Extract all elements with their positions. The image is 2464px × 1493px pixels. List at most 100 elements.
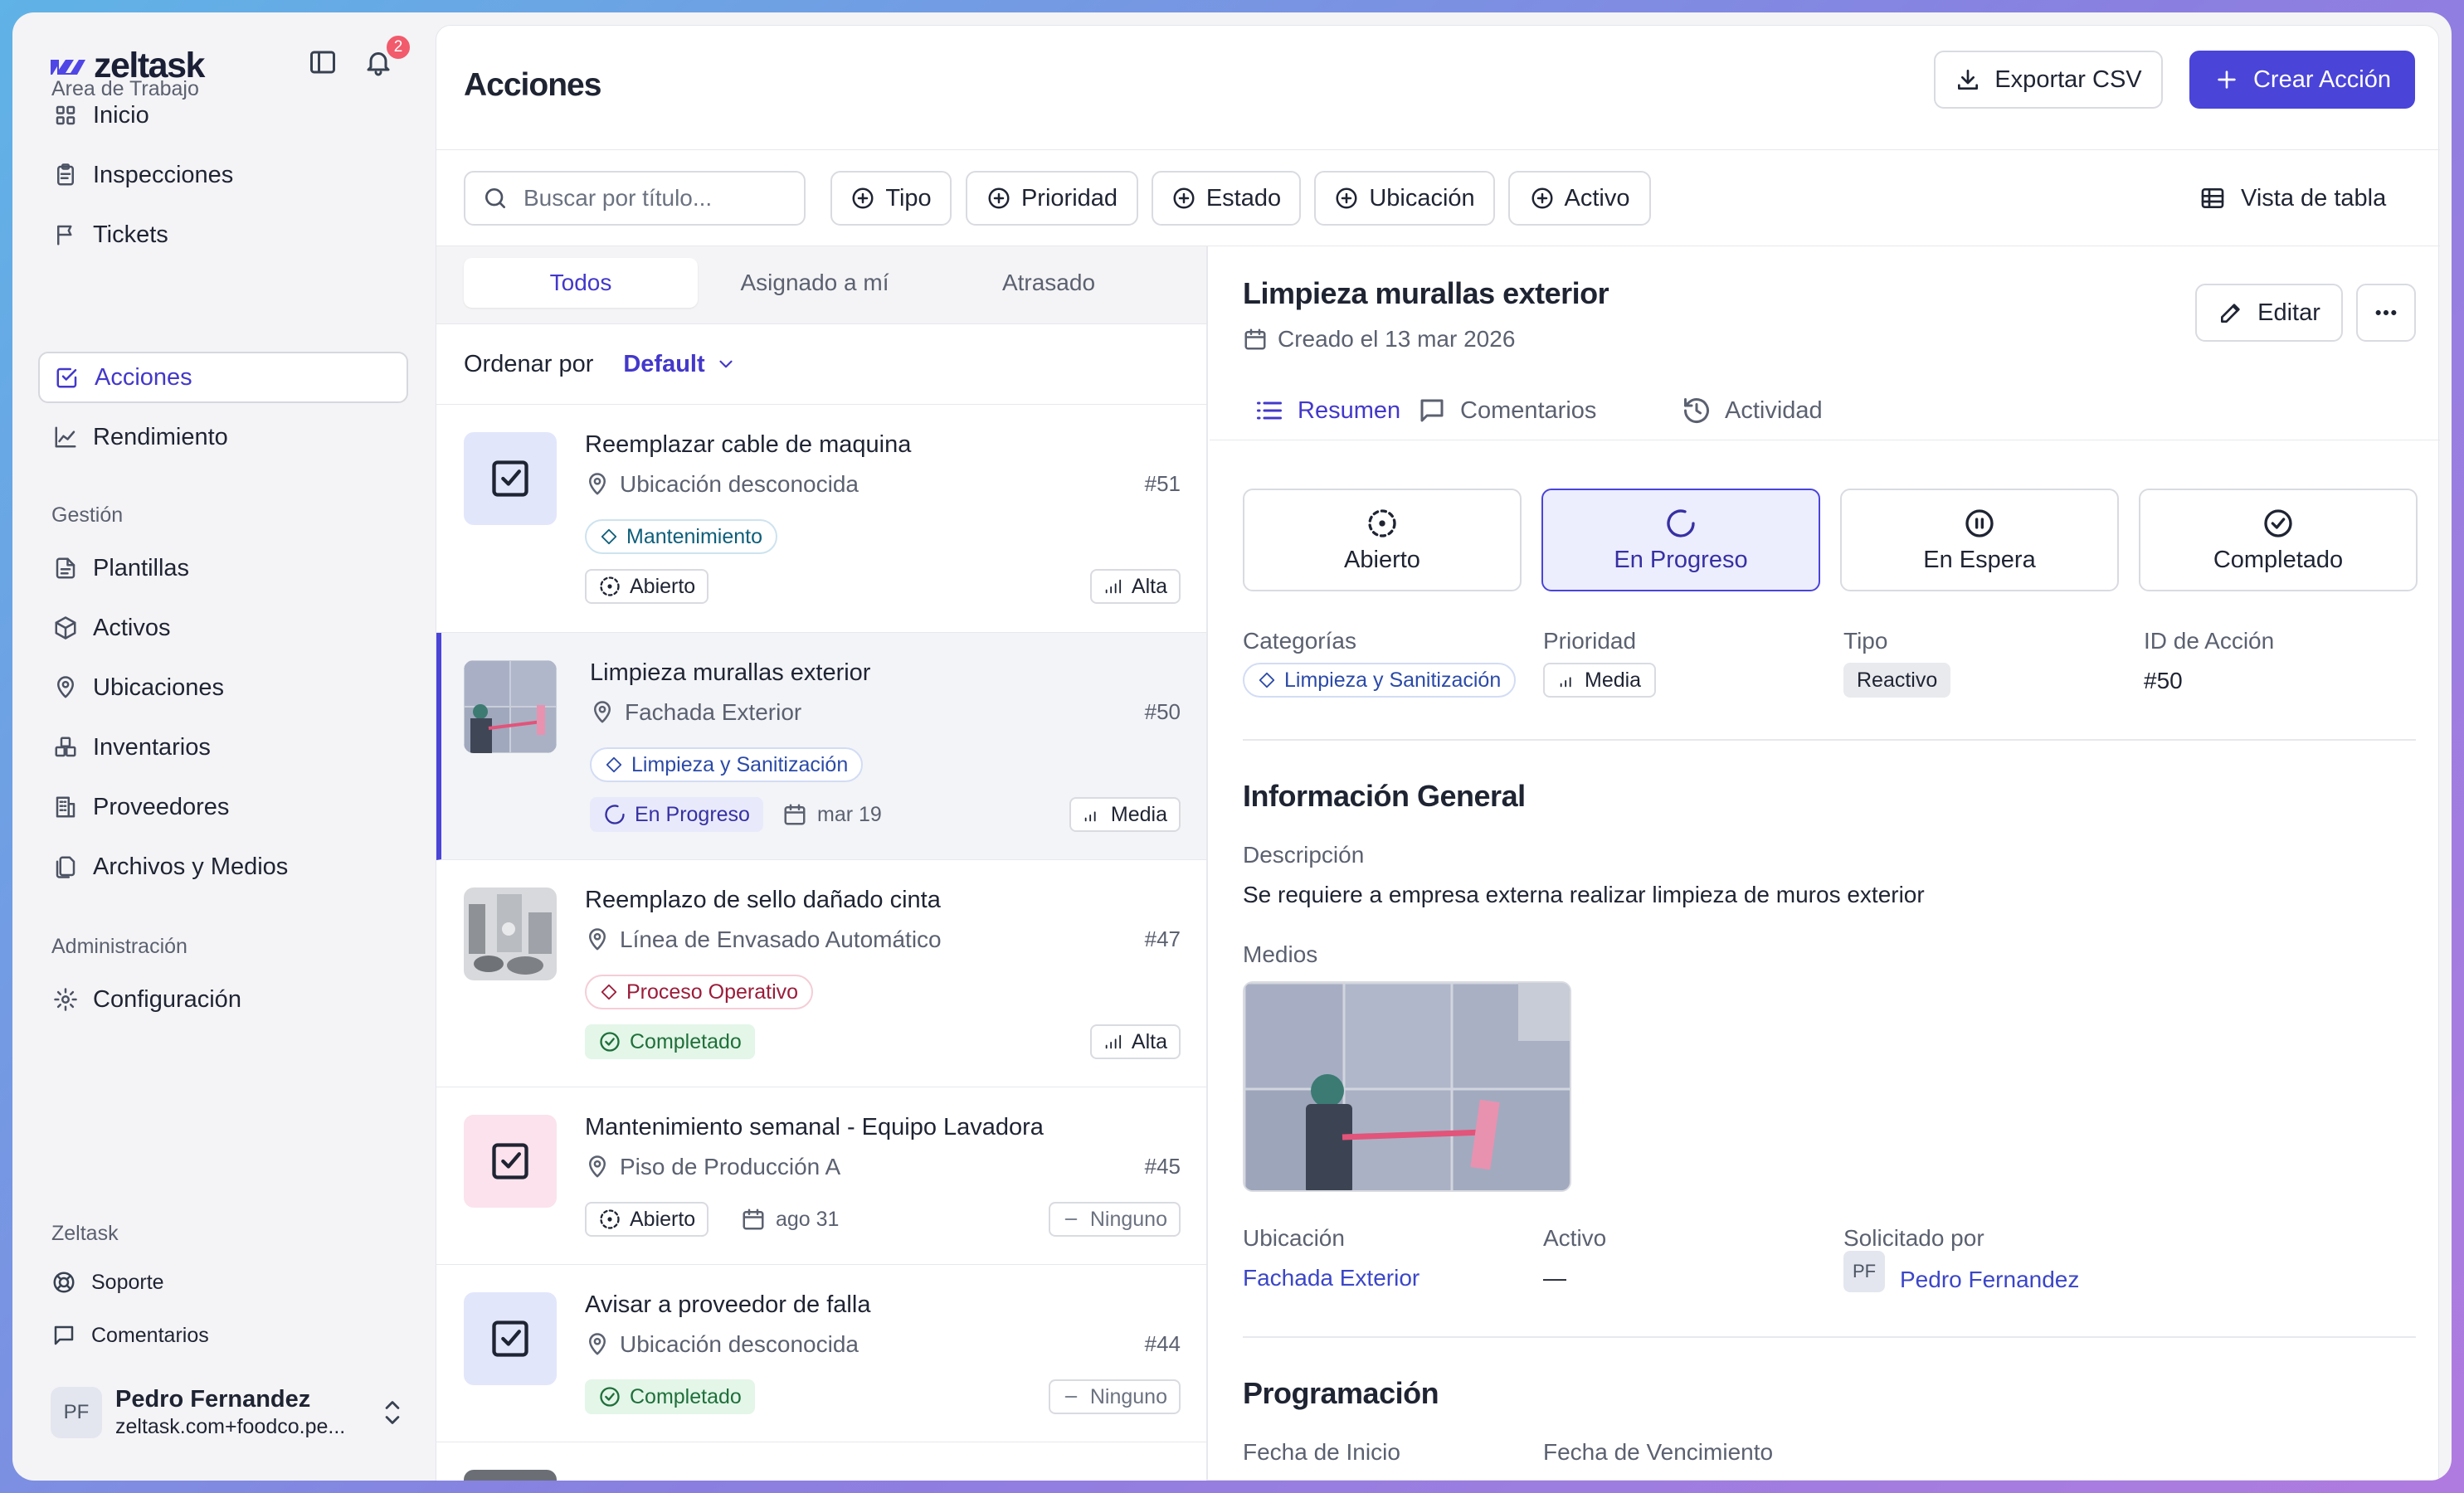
tab-label: Comentarios <box>1460 396 1597 424</box>
more-options-button[interactable] <box>2356 284 2416 342</box>
tab-todos[interactable]: Todos <box>464 258 698 308</box>
sidebar-item-tickets[interactable]: Tickets <box>38 209 408 260</box>
sidebar-item-activos[interactable]: Activos <box>38 602 408 654</box>
tab-atrasado[interactable]: Atrasado <box>932 258 1166 308</box>
requester-link[interactable]: Pedro Fernandez <box>1900 1267 2079 1293</box>
signal-bars-icon <box>1083 805 1101 824</box>
sidebar-item-inventarios[interactable]: Inventarios <box>38 722 408 773</box>
item-photo <box>464 660 557 753</box>
export-csv-button[interactable]: Exportar CSV <box>1934 51 2163 109</box>
priority-text: Alta <box>1131 1029 1167 1053</box>
flag-icon <box>53 222 78 247</box>
tab-resumen[interactable]: Resumen <box>1254 381 1400 440</box>
list-item[interactable]: Reemplazo de sello dañado cinta Línea de… <box>436 860 1206 1087</box>
footer-item-soporte[interactable]: Soporte <box>51 1270 164 1295</box>
search-icon <box>482 185 509 212</box>
sidebar-item-label: Rendimiento <box>93 423 228 450</box>
sidebar-item-label: Inicio <box>93 101 149 129</box>
sidebar-item-archivos[interactable]: Archivos y Medios <box>38 841 408 892</box>
status-text: Completado <box>630 1384 742 1408</box>
filter-chip-prioridad[interactable]: Prioridad <box>966 171 1138 226</box>
spinner-icon <box>1664 507 1697 540</box>
status-option-en-espera[interactable]: En Espera <box>1840 489 2119 591</box>
filter-chip-ubicacion[interactable]: Ubicación <box>1314 171 1495 226</box>
list-icon <box>1254 396 1284 426</box>
sidebar-item-configuracion[interactable]: Configuración <box>38 974 408 1025</box>
search-input[interactable] <box>523 185 789 212</box>
check-circle-icon <box>2262 507 2295 540</box>
detail-created: Creado el 13 mar 2026 <box>1243 326 1515 353</box>
plus-circle-icon <box>1530 186 1555 211</box>
list-item[interactable]: Avisar a proveedor de falla Ubicación de… <box>436 1265 1206 1442</box>
filter-chip-estado[interactable]: Estado <box>1152 171 1301 226</box>
type-badge: Reactivo <box>1843 663 1951 698</box>
item-location: Ubicación desconocida <box>585 1331 859 1358</box>
priority-text: Media <box>1585 668 1642 692</box>
sidebar-item-inspecciones[interactable]: Inspecciones <box>38 149 408 201</box>
map-pin-icon <box>585 1332 610 1357</box>
plus-circle-icon <box>850 186 875 211</box>
list-item[interactable]: Reemplazar cable de maquina Ubicación de… <box>436 405 1206 633</box>
search-box[interactable] <box>464 171 806 226</box>
tab-actividad[interactable]: Actividad <box>1682 381 1823 440</box>
media-label: Medios <box>1243 941 1318 967</box>
due-date-label: Fecha de Vencimiento <box>1543 1439 1774 1465</box>
requester-avatar: PF <box>1843 1251 1885 1292</box>
location-link[interactable]: Fachada Exterior <box>1243 1265 1419 1291</box>
status-badge: Completado <box>585 1024 755 1059</box>
sidebar-item-acciones[interactable]: Acciones <box>38 352 408 403</box>
tab-asignado[interactable]: Asignado a mí <box>698 258 932 308</box>
priority-text: Ninguno <box>1089 1384 1167 1408</box>
edit-label: Editar <box>2257 299 2320 326</box>
list-item-selected[interactable]: Limpieza murallas exterior Fachada Exter… <box>436 633 1206 860</box>
list-tabs: Todos Asignado a mí Atrasado <box>436 246 1206 324</box>
table-view-label: Vista de tabla <box>2241 184 2387 212</box>
chip-label: Activo <box>1564 184 1630 212</box>
status-option-en-progreso[interactable]: En Progreso <box>1541 489 1820 591</box>
category-text: Proceso Operativo <box>626 980 799 1004</box>
calendar-icon <box>1243 327 1268 352</box>
status-text: Abierto <box>630 574 696 598</box>
priority-badge: Ninguno <box>1048 1202 1181 1237</box>
item-due-date: ago 31 <box>741 1207 839 1232</box>
sidebar-item-proveedores[interactable]: Proveedores <box>38 781 408 833</box>
tag-icon <box>600 528 618 546</box>
plus-icon <box>2213 66 2240 93</box>
filter-chip-tipo[interactable]: Tipo <box>830 171 952 226</box>
list-item[interactable]: Mantenimiento semanal - Equipo Lavadora … <box>436 1087 1206 1265</box>
user-menu[interactable]: PF Pedro Fernandez zeltask.com+foodco.pe… <box>51 1383 416 1442</box>
priority-badge: Media <box>1069 797 1181 832</box>
edit-button[interactable]: Editar <box>2195 284 2343 342</box>
item-location: Línea de Envasado Automático <box>585 926 942 953</box>
general-heading: Información General <box>1243 779 1526 813</box>
filter-chip-activo[interactable]: Activo <box>1508 171 1651 226</box>
footer-item-comentarios[interactable]: Comentarios <box>51 1323 209 1348</box>
dash-icon <box>1062 1388 1080 1406</box>
sidebar-item-rendimiento[interactable]: Rendimiento <box>38 411 408 463</box>
boxes-icon <box>53 735 78 760</box>
tab-comentarios[interactable]: Comentarios <box>1417 381 1596 440</box>
table-view-toggle[interactable]: Vista de tabla <box>2199 171 2386 226</box>
pause-circle-icon <box>1963 507 1996 540</box>
sidebar-toggle-icon[interactable] <box>308 47 338 77</box>
sort-dropdown[interactable]: Default <box>623 351 736 378</box>
status-text: En Progreso <box>635 802 750 826</box>
status-badge: Completado <box>585 1379 755 1414</box>
create-action-button[interactable]: Crear Acción <box>2189 51 2415 109</box>
media-thumbnail[interactable] <box>1243 981 1571 1192</box>
status-option-completado[interactable]: Completado <box>2139 489 2418 591</box>
item-title: Mantenimiento semanal - Equipo Lavadora <box>585 1114 1044 1140</box>
lifebuoy-icon <box>51 1270 76 1295</box>
status-option-abierto[interactable]: Abierto <box>1243 489 1522 591</box>
sidebar-item-plantillas[interactable]: Plantillas <box>38 542 408 594</box>
sidebar-item-inicio[interactable]: Inicio <box>38 90 408 141</box>
sidebar-item-label: Archivos y Medios <box>93 853 289 880</box>
detail-title: Limpieza murallas exterior <box>1243 276 1609 310</box>
item-thumbnail <box>464 432 557 525</box>
priority-text: Ninguno <box>1089 1207 1167 1231</box>
sidebar-item-ubicaciones[interactable]: Ubicaciones <box>38 662 408 713</box>
map-pin-icon <box>53 675 78 700</box>
check-circle-icon <box>598 1385 621 1408</box>
check-square-icon <box>489 1140 532 1183</box>
list-item-partial[interactable] <box>436 1442 1206 1481</box>
